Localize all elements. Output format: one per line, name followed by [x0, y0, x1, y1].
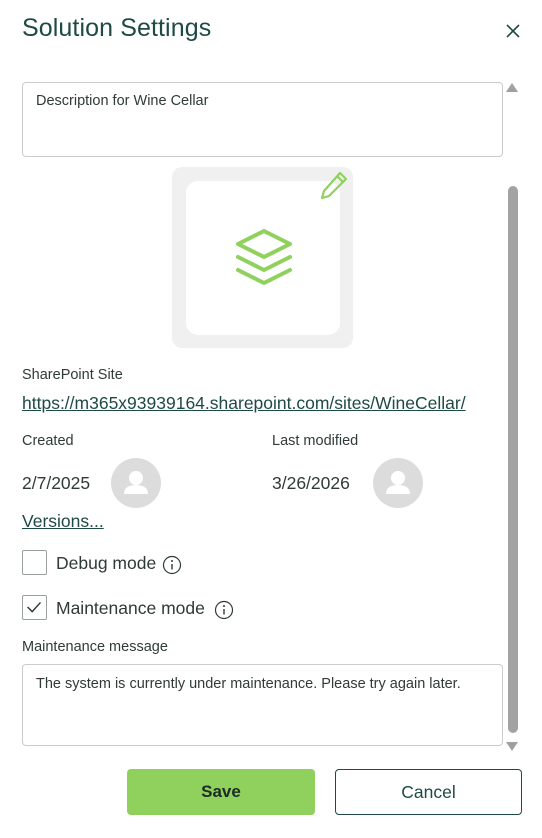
- close-icon[interactable]: [503, 21, 523, 41]
- scroll-up-arrow-icon[interactable]: [506, 83, 518, 92]
- solution-icon-card: [186, 181, 340, 335]
- created-label: Created: [22, 433, 74, 449]
- layers-stack-icon: [236, 229, 292, 285]
- description-field[interactable]: Description for Wine Cellar: [22, 82, 503, 157]
- modified-by-avatar: [373, 458, 423, 508]
- info-icon[interactable]: [214, 600, 234, 620]
- versions-link[interactable]: Versions...: [22, 511, 104, 532]
- created-date: 2/7/2025: [22, 473, 91, 493]
- info-icon[interactable]: [162, 555, 182, 575]
- maintenance-message-label: Maintenance message: [22, 639, 168, 655]
- settings-scroll-area[interactable]: Description for Wine Cellar SharePoint S…: [0, 78, 505, 754]
- scrollbar-thumb[interactable]: [508, 186, 518, 733]
- vertical-scrollbar[interactable]: [505, 78, 521, 754]
- maintenance-message-field[interactable]: The system is currently under maintenanc…: [22, 664, 503, 746]
- solution-icon-frame: [172, 167, 353, 348]
- sharepoint-site-link[interactable]: https://m365x93939164.sharepoint.com/sit…: [22, 393, 466, 414]
- pencil-icon[interactable]: [318, 169, 350, 201]
- maintenance-mode-label: Maintenance mode: [56, 598, 205, 618]
- debug-mode-label: Debug mode: [56, 553, 157, 573]
- maintenance-mode-checkbox[interactable]: [22, 595, 47, 620]
- last-modified-date: 3/26/2026: [272, 473, 350, 493]
- cancel-button[interactable]: Cancel: [335, 769, 522, 815]
- sharepoint-site-label: SharePoint Site: [22, 367, 123, 383]
- save-button[interactable]: Save: [127, 769, 315, 815]
- person-icon: [124, 471, 148, 494]
- debug-mode-checkbox[interactable]: [22, 550, 47, 575]
- person-icon: [386, 471, 410, 494]
- scroll-down-arrow-icon[interactable]: [506, 742, 518, 751]
- checkmark-icon: [27, 601, 42, 613]
- page-title: Solution Settings: [22, 14, 212, 42]
- last-modified-label: Last modified: [272, 433, 359, 449]
- created-by-avatar: [111, 458, 161, 508]
